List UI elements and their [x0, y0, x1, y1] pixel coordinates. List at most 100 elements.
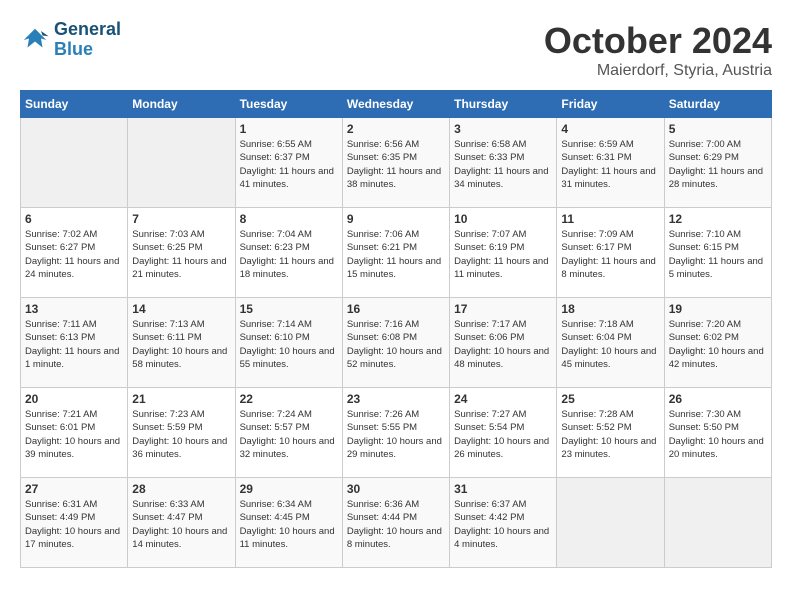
day-number: 31 — [454, 482, 552, 496]
day-info: Sunrise: 7:21 AM Sunset: 6:01 PM Dayligh… — [25, 408, 123, 461]
calendar-week-3: 13Sunrise: 7:11 AM Sunset: 6:13 PM Dayli… — [21, 298, 772, 388]
calendar-cell: 25 Sunrise: 7:28 AM Sunset: 5:52 PM Dayli… — [557, 388, 664, 478]
calendar-cell: 5 Sunrise: 7:00 AM Sunset: 6:29 PM Daylig… — [664, 118, 771, 208]
day-number: 24 — [454, 392, 552, 406]
day-number: 3 — [454, 122, 552, 136]
day-info: Sunrise: 6:58 AM Sunset: 6:33 PM Dayligh… — [454, 138, 552, 191]
day-number: 4 — [561, 122, 659, 136]
calendar-cell: 3 Sunrise: 6:58 AM Sunset: 6:33 PM Daylig… — [450, 118, 557, 208]
day-info: Sunrise: 7:28 AM Sunset: 5:52 PM Dayligh… — [561, 408, 659, 461]
day-number: 30 — [347, 482, 445, 496]
calendar-cell: 15Sunrise: 7:14 AM Sunset: 6:10 PM Dayli… — [235, 298, 342, 388]
day-info: Sunrise: 6:59 AM Sunset: 6:31 PM Dayligh… — [561, 138, 659, 191]
day-number: 21 — [132, 392, 230, 406]
calendar-cell: 21Sunrise: 7:23 AM Sunset: 5:59 PM Dayli… — [128, 388, 235, 478]
calendar-cell: 22Sunrise: 7:24 AM Sunset: 5:57 PM Dayli… — [235, 388, 342, 478]
day-info: Sunrise: 7:06 AM Sunset: 6:21 PM Dayligh… — [347, 228, 445, 281]
day-info: Sunrise: 7:17 AM Sunset: 6:06 PM Dayligh… — [454, 318, 552, 371]
day-info: Sunrise: 7:30 AM Sunset: 5:50 PM Dayligh… — [669, 408, 767, 461]
logo-line1: General — [54, 20, 121, 40]
location-title: Maierdorf, Styria, Austria — [544, 62, 772, 80]
calendar-cell: 18 Sunrise: 7:18 AM Sunset: 6:04 PM Dayli… — [557, 298, 664, 388]
day-info: Sunrise: 7:18 AM Sunset: 6:04 PM Dayligh… — [561, 318, 659, 371]
day-info: Sunrise: 6:34 AM Sunset: 4:45 PM Dayligh… — [240, 498, 338, 551]
day-info: Sunrise: 6:56 AM Sunset: 6:35 PM Dayligh… — [347, 138, 445, 191]
day-number: 23 — [347, 392, 445, 406]
day-info: Sunrise: 7:03 AM Sunset: 6:25 PM Dayligh… — [132, 228, 230, 281]
calendar-body: 1 Sunrise: 6:55 AM Sunset: 6:37 PM Daylig… — [21, 118, 772, 568]
logo-text: General Blue — [54, 20, 121, 60]
calendar-cell — [21, 118, 128, 208]
calendar-cell: 30 Sunrise: 6:36 AM Sunset: 4:44 PM Dayli… — [342, 478, 449, 568]
calendar-week-5: 27Sunrise: 6:31 AM Sunset: 4:49 PM Dayli… — [21, 478, 772, 568]
calendar-cell: 11Sunrise: 7:09 AM Sunset: 6:17 PM Dayli… — [557, 208, 664, 298]
day-number: 29 — [240, 482, 338, 496]
day-info: Sunrise: 7:02 AM Sunset: 6:27 PM Dayligh… — [25, 228, 123, 281]
day-number: 14 — [132, 302, 230, 316]
day-number: 1 — [240, 122, 338, 136]
day-info: Sunrise: 7:26 AM Sunset: 5:55 PM Dayligh… — [347, 408, 445, 461]
calendar-cell: 29 Sunrise: 6:34 AM Sunset: 4:45 PM Dayli… — [235, 478, 342, 568]
day-number: 19 — [669, 302, 767, 316]
day-info: Sunrise: 6:36 AM Sunset: 4:44 PM Dayligh… — [347, 498, 445, 551]
calendar-cell — [557, 478, 664, 568]
calendar-cell: 19Sunrise: 7:20 AM Sunset: 6:02 PM Dayli… — [664, 298, 771, 388]
day-number: 28 — [132, 482, 230, 496]
day-info: Sunrise: 6:55 AM Sunset: 6:37 PM Dayligh… — [240, 138, 338, 191]
title-area: October 2024 Maierdorf, Styria, Austria — [544, 20, 772, 80]
calendar-cell: 7 Sunrise: 7:03 AM Sunset: 6:25 PM Daylig… — [128, 208, 235, 298]
page-header: General Blue October 2024 Maierdorf, Sty… — [20, 20, 772, 80]
day-number: 7 — [132, 212, 230, 226]
calendar-cell — [664, 478, 771, 568]
weekday-header-sunday: Sunday — [21, 91, 128, 118]
day-number: 17 — [454, 302, 552, 316]
calendar-cell: 23 Sunrise: 7:26 AM Sunset: 5:55 PM Dayli… — [342, 388, 449, 478]
weekday-header-friday: Friday — [557, 91, 664, 118]
day-info: Sunrise: 7:04 AM Sunset: 6:23 PM Dayligh… — [240, 228, 338, 281]
day-info: Sunrise: 6:37 AM Sunset: 4:42 PM Dayligh… — [454, 498, 552, 551]
day-number: 16 — [347, 302, 445, 316]
day-number: 20 — [25, 392, 123, 406]
calendar-cell: 2Sunrise: 6:56 AM Sunset: 6:35 PM Daylig… — [342, 118, 449, 208]
logo-icon — [20, 25, 50, 55]
day-info: Sunrise: 7:09 AM Sunset: 6:17 PM Dayligh… — [561, 228, 659, 281]
day-number: 6 — [25, 212, 123, 226]
day-number: 9 — [347, 212, 445, 226]
calendar-week-4: 20 Sunrise: 7:21 AM Sunset: 6:01 PM Dayli… — [21, 388, 772, 478]
day-number: 25 — [561, 392, 659, 406]
logo-line2: Blue — [54, 40, 121, 60]
day-number: 8 — [240, 212, 338, 226]
day-info: Sunrise: 7:00 AM Sunset: 6:29 PM Dayligh… — [669, 138, 767, 191]
calendar-cell: 27Sunrise: 6:31 AM Sunset: 4:49 PM Dayli… — [21, 478, 128, 568]
day-number: 26 — [669, 392, 767, 406]
calendar-table: SundayMondayTuesdayWednesdayThursdayFrid… — [20, 90, 772, 568]
weekday-header-row: SundayMondayTuesdayWednesdayThursdayFrid… — [21, 91, 772, 118]
logo: General Blue — [20, 20, 121, 60]
day-number: 5 — [669, 122, 767, 136]
calendar-cell: 6 Sunrise: 7:02 AM Sunset: 6:27 PM Daylig… — [21, 208, 128, 298]
day-info: Sunrise: 7:07 AM Sunset: 6:19 PM Dayligh… — [454, 228, 552, 281]
calendar-cell: 12 Sunrise: 7:10 AM Sunset: 6:15 PM Dayli… — [664, 208, 771, 298]
calendar-cell: 13Sunrise: 7:11 AM Sunset: 6:13 PM Dayli… — [21, 298, 128, 388]
day-info: Sunrise: 6:33 AM Sunset: 4:47 PM Dayligh… — [132, 498, 230, 551]
calendar-cell: 4 Sunrise: 6:59 AM Sunset: 6:31 PM Daylig… — [557, 118, 664, 208]
day-info: Sunrise: 7:11 AM Sunset: 6:13 PM Dayligh… — [25, 318, 123, 371]
day-number: 10 — [454, 212, 552, 226]
day-info: Sunrise: 7:10 AM Sunset: 6:15 PM Dayligh… — [669, 228, 767, 281]
calendar-cell: 28 Sunrise: 6:33 AM Sunset: 4:47 PM Dayli… — [128, 478, 235, 568]
weekday-header-saturday: Saturday — [664, 91, 771, 118]
calendar-cell: 31 Sunrise: 6:37 AM Sunset: 4:42 PM Dayli… — [450, 478, 557, 568]
weekday-header-tuesday: Tuesday — [235, 91, 342, 118]
day-number: 18 — [561, 302, 659, 316]
day-info: Sunrise: 7:16 AM Sunset: 6:08 PM Dayligh… — [347, 318, 445, 371]
day-number: 15 — [240, 302, 338, 316]
calendar-cell: 9 Sunrise: 7:06 AM Sunset: 6:21 PM Daylig… — [342, 208, 449, 298]
calendar-cell: 26 Sunrise: 7:30 AM Sunset: 5:50 PM Dayli… — [664, 388, 771, 478]
weekday-header-thursday: Thursday — [450, 91, 557, 118]
day-number: 12 — [669, 212, 767, 226]
calendar-cell: 10 Sunrise: 7:07 AM Sunset: 6:19 PM Dayli… — [450, 208, 557, 298]
calendar-cell: 1 Sunrise: 6:55 AM Sunset: 6:37 PM Daylig… — [235, 118, 342, 208]
calendar-cell: 16 Sunrise: 7:16 AM Sunset: 6:08 PM Dayli… — [342, 298, 449, 388]
calendar-week-1: 1 Sunrise: 6:55 AM Sunset: 6:37 PM Daylig… — [21, 118, 772, 208]
calendar-cell: 20 Sunrise: 7:21 AM Sunset: 6:01 PM Dayli… — [21, 388, 128, 478]
